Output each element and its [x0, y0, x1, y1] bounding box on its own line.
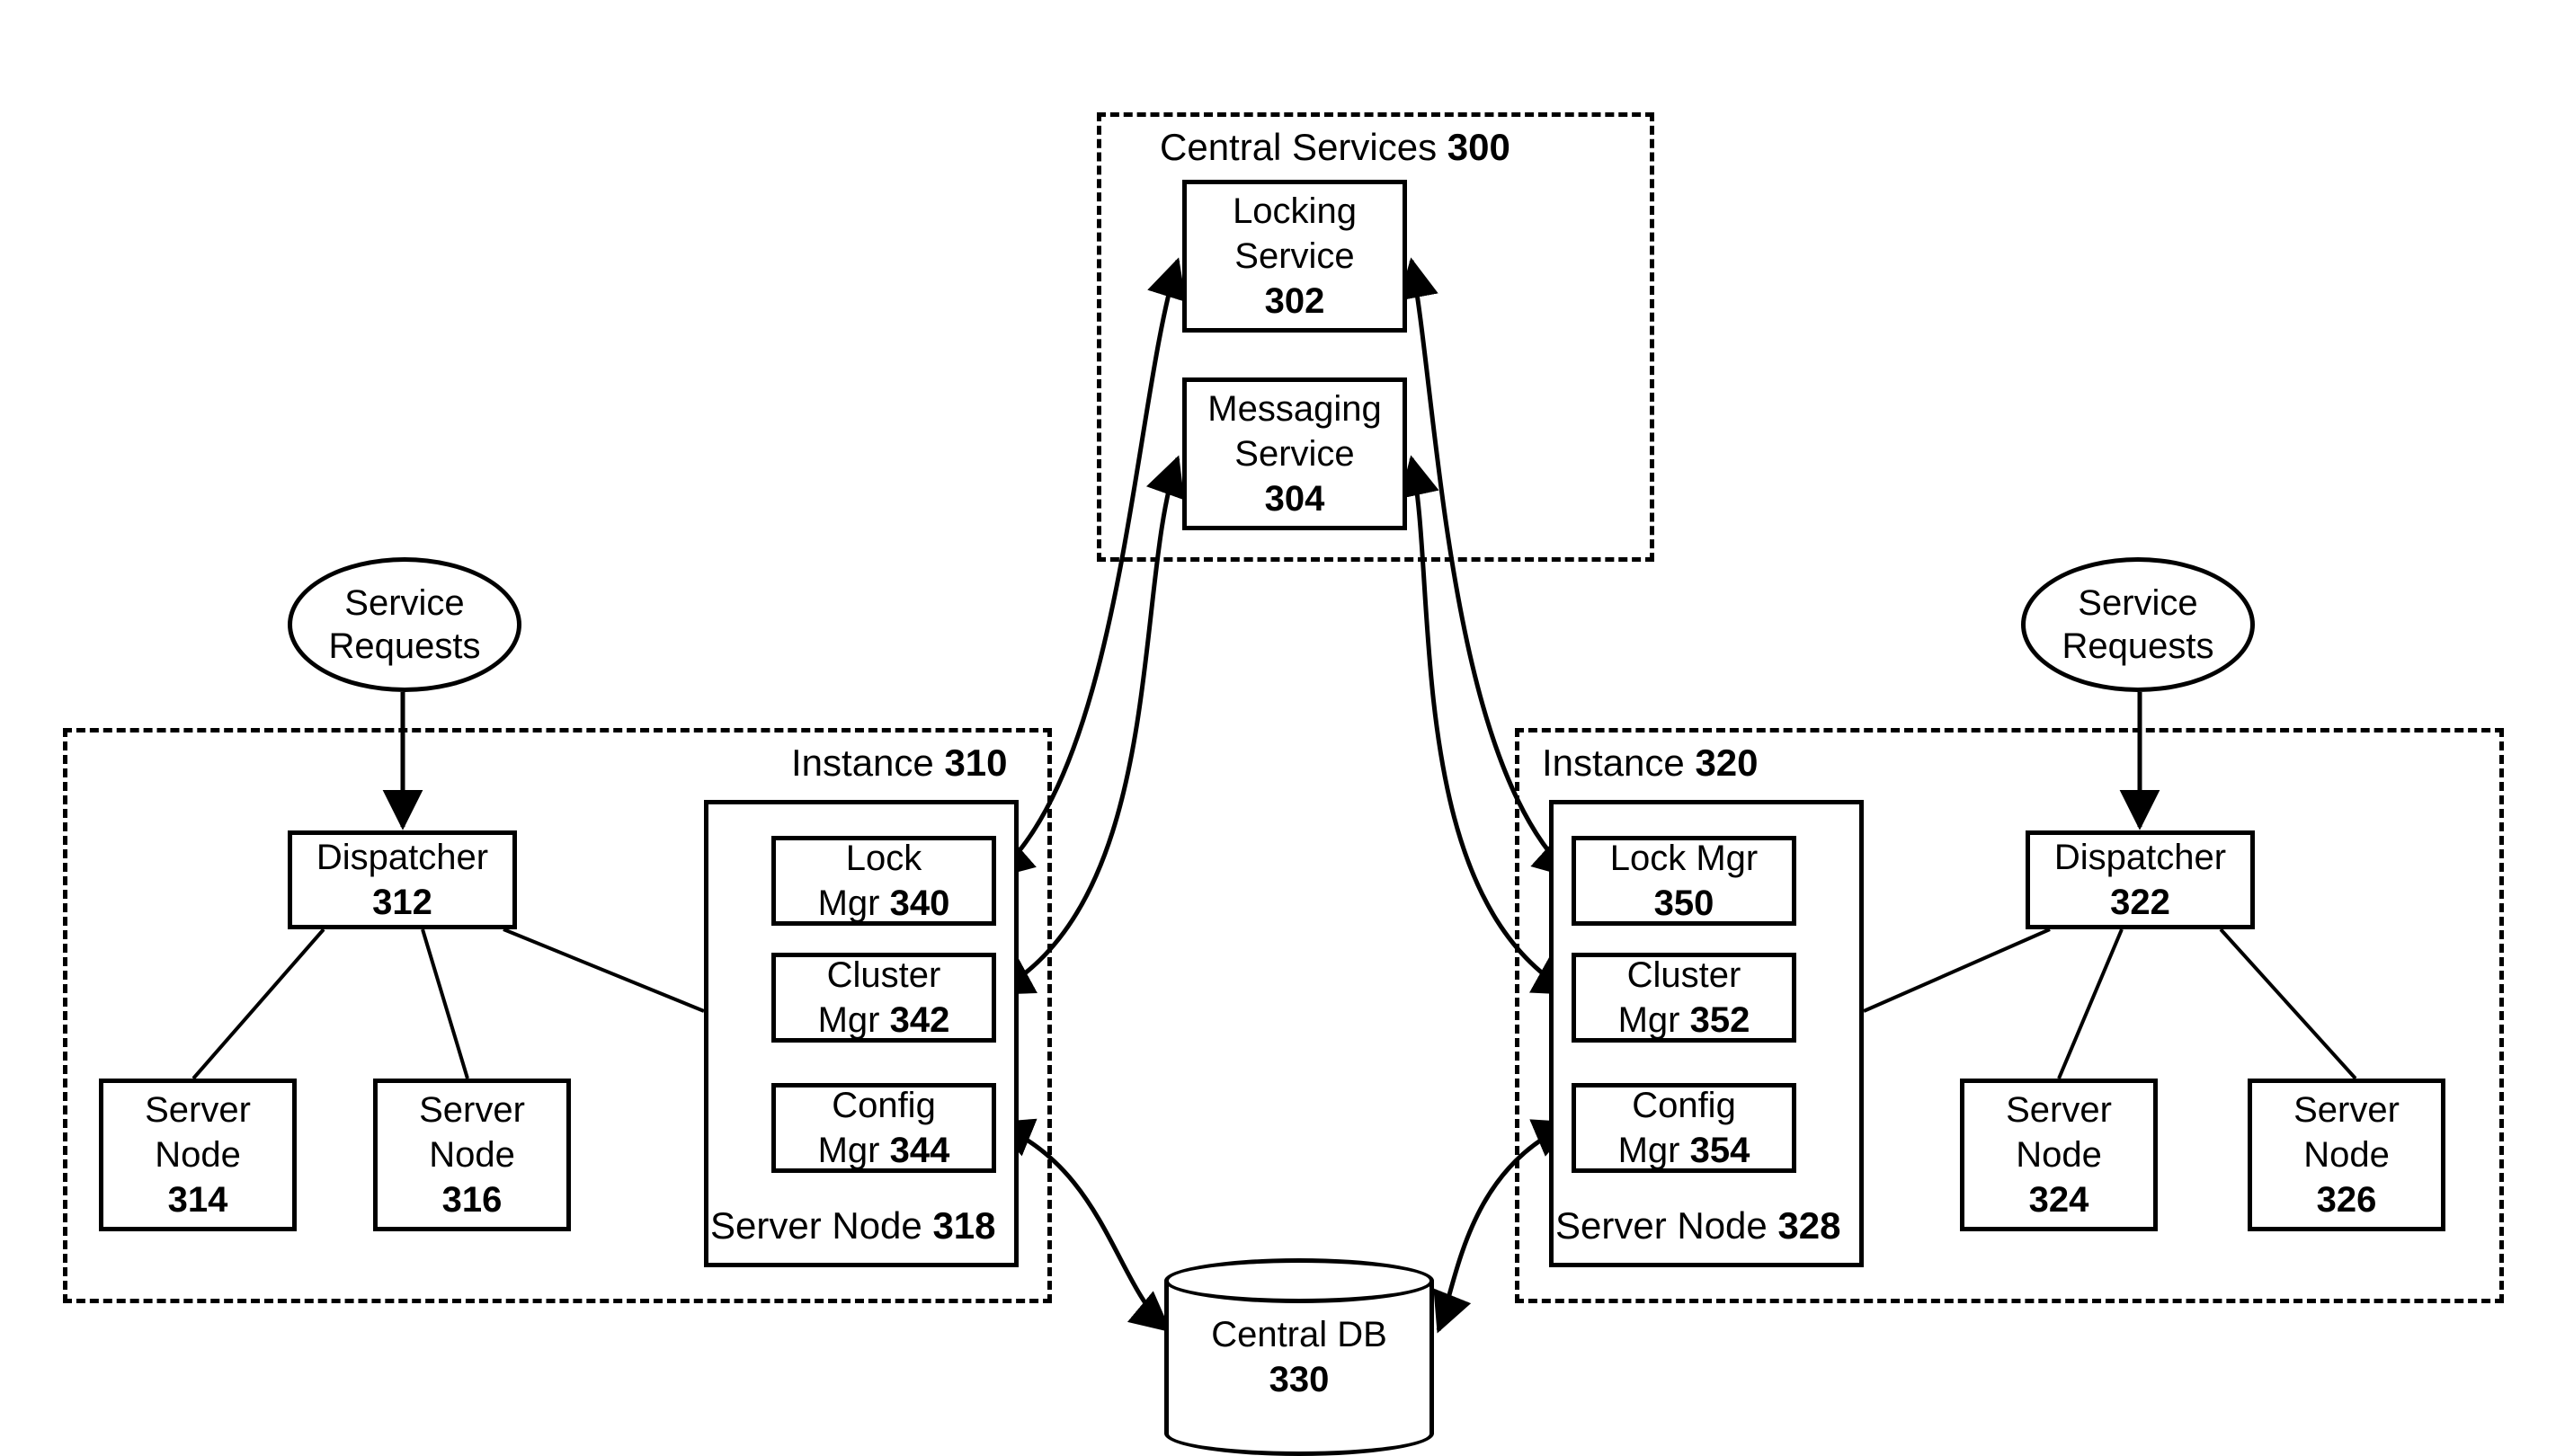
instance-right-title: Instance 320 [1542, 741, 1759, 785]
instance-left-num: 310 [944, 741, 1007, 784]
req-left-l2: Requests [329, 625, 481, 668]
server-node-316: Server Node 316 [373, 1079, 571, 1231]
config-mgr-344: Config Mgr 344 [771, 1083, 996, 1173]
lock350-l1: Lock Mgr [1610, 836, 1759, 881]
config344-l2-num: 344 [890, 1131, 950, 1170]
central-services-title: Central Services 300 [1160, 126, 1510, 169]
lock340-l2-num: 340 [890, 883, 950, 923]
sn324-num: 324 [2029, 1177, 2089, 1222]
sn324-l2: Node [2016, 1132, 2102, 1177]
sn316-l2: Node [429, 1132, 515, 1177]
central-services-label: Central Services [1160, 126, 1437, 168]
server-node-318-title: Server Node 318 [710, 1204, 996, 1247]
instance-right-label: Instance [1542, 741, 1685, 784]
server-node-314: Server Node 314 [99, 1079, 297, 1231]
config344-l1: Config [832, 1083, 936, 1128]
locking-num: 302 [1265, 279, 1325, 324]
cluster342-l1: Cluster [827, 953, 941, 998]
sn328-label: Server Node [1555, 1204, 1768, 1247]
dispatcher-left-label: Dispatcher [316, 835, 488, 880]
diagram-canvas: Central Services 300 Locking Service 302… [0, 0, 2556, 1454]
sn314-l2: Node [155, 1132, 241, 1177]
messaging-l1: Messaging [1207, 386, 1381, 431]
service-requests-left: Service Requests [288, 557, 521, 692]
sn314-l1: Server [145, 1088, 251, 1132]
server-node-328-title: Server Node 328 [1555, 1204, 1841, 1247]
config354-l1: Config [1632, 1083, 1736, 1128]
lock-mgr-340: Lock Mgr 340 [771, 836, 996, 926]
lock-mgr-350: Lock Mgr 350 [1572, 836, 1796, 926]
messaging-service-box: Messaging Service 304 [1182, 377, 1407, 530]
instance-left-title: Instance 310 [791, 741, 1008, 785]
config344-l2-label: Mgr [818, 1131, 880, 1170]
sn326-l1: Server [2293, 1088, 2400, 1132]
sn326-l2: Node [2303, 1132, 2390, 1177]
lock350-num: 350 [1654, 881, 1714, 926]
req-left-l1: Service [344, 582, 464, 625]
messaging-l2: Service [1234, 431, 1354, 476]
dispatcher-left-num: 312 [372, 880, 432, 925]
req-right-l1: Service [2078, 582, 2197, 625]
central-services-num: 300 [1447, 126, 1510, 168]
cluster342-l2-num: 342 [890, 1000, 950, 1040]
messaging-num: 304 [1265, 476, 1325, 521]
sn318-num: 318 [932, 1204, 995, 1247]
cluster342-l2-label: Mgr [818, 1000, 880, 1040]
dispatcher-left: Dispatcher 312 [288, 830, 517, 929]
db-label: Central DB [1211, 1312, 1387, 1357]
sn326-num: 326 [2317, 1177, 2377, 1222]
sn316-l1: Server [419, 1088, 525, 1132]
central-db: Central DB 330 [1164, 1258, 1434, 1456]
server-node-326: Server Node 326 [2248, 1079, 2445, 1231]
cluster-mgr-352: Cluster Mgr 352 [1572, 953, 1796, 1043]
locking-l2: Service [1234, 234, 1354, 279]
req-right-l2: Requests [2062, 625, 2214, 668]
db-num: 330 [1269, 1357, 1330, 1402]
lock340-l1: Lock [846, 836, 922, 881]
cluster352-l2-num: 352 [1690, 1000, 1750, 1040]
config354-l2-label: Mgr [1618, 1131, 1680, 1170]
dispatcher-right-num: 322 [2110, 880, 2170, 925]
config-mgr-354: Config Mgr 354 [1572, 1083, 1796, 1173]
dispatcher-right-label: Dispatcher [2054, 835, 2226, 880]
sn318-label: Server Node [710, 1204, 922, 1247]
sn314-num: 314 [168, 1177, 228, 1222]
service-requests-right: Service Requests [2021, 557, 2255, 692]
cluster-mgr-342: Cluster Mgr 342 [771, 953, 996, 1043]
cluster352-l2-label: Mgr [1618, 1000, 1680, 1040]
server-node-324: Server Node 324 [1960, 1079, 2158, 1231]
instance-left-label: Instance [791, 741, 934, 784]
sn328-num: 328 [1777, 1204, 1840, 1247]
sn324-l1: Server [2006, 1088, 2112, 1132]
dispatcher-right: Dispatcher 322 [2026, 830, 2255, 929]
lock340-l2-label: Mgr [818, 883, 880, 923]
config354-l2-num: 354 [1690, 1131, 1750, 1170]
locking-l1: Locking [1233, 189, 1357, 234]
cluster352-l1: Cluster [1627, 953, 1741, 998]
instance-right-num: 320 [1695, 741, 1758, 784]
sn316-num: 316 [442, 1177, 503, 1222]
locking-service-box: Locking Service 302 [1182, 180, 1407, 333]
